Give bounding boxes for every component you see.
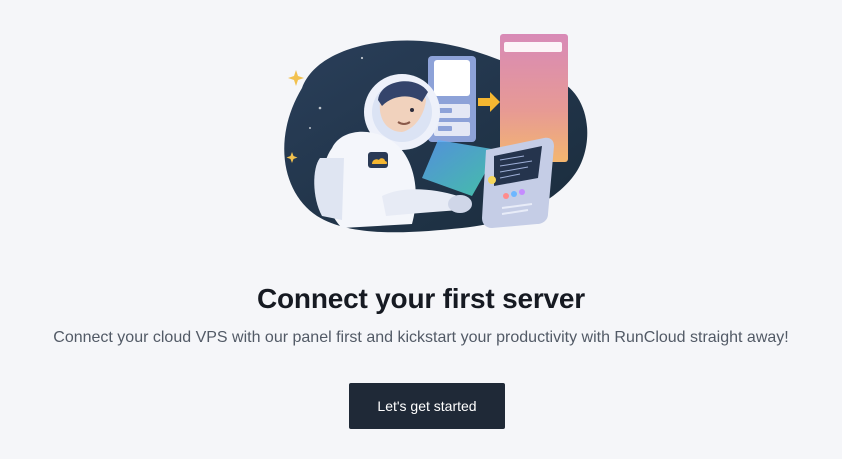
get-started-button[interactable]: Let's get started bbox=[349, 383, 505, 429]
empty-state-page: Connect your first server Connect your c… bbox=[0, 0, 842, 459]
page-title: Connect your first server bbox=[257, 283, 585, 314]
astronaut-server-illustration-icon bbox=[284, 34, 588, 233]
page-description: Connect your cloud VPS with our panel fi… bbox=[53, 329, 789, 346]
